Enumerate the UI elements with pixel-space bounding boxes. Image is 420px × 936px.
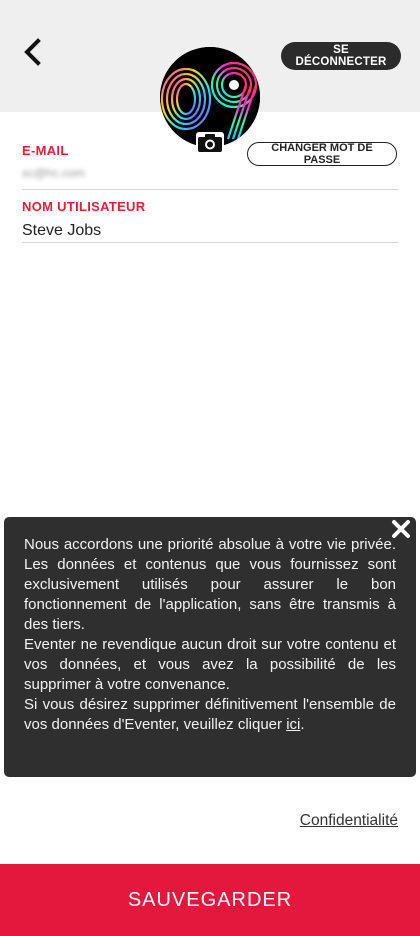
username-label: NOM UTILISATEUR xyxy=(22,199,146,214)
chevron-left-icon xyxy=(24,38,41,66)
save-button[interactable]: SAUVEGARDER xyxy=(0,864,420,936)
username-field[interactable] xyxy=(22,220,392,242)
privacy-text-3-end: . xyxy=(300,716,305,733)
email-field[interactable]: sc@hc.com xyxy=(22,166,222,184)
divider xyxy=(22,189,398,190)
privacy-text-2: Eventer ne revendique aucun droit sur vo… xyxy=(24,636,396,693)
camera-icon[interactable] xyxy=(196,132,224,154)
privacy-text-3-start: Si vous désirez supprimer définitivement… xyxy=(24,696,396,733)
email-label: E-MAIL xyxy=(22,143,69,158)
delete-data-link[interactable]: ici xyxy=(286,716,300,733)
privacy-text-1: Nous accordons une priorité absolue à vo… xyxy=(24,536,396,633)
divider xyxy=(22,242,398,243)
change-password-button[interactable]: CHANGER MOT DE PASSE xyxy=(247,142,397,166)
close-icon[interactable] xyxy=(390,518,412,540)
logout-button[interactable]: SE DÉCONNECTER xyxy=(281,42,401,70)
privacy-text-3: Si vous désirez supprimer définitivement… xyxy=(24,695,396,735)
privacy-popup: Nous accordons une priorité absolue à vo… xyxy=(4,517,416,777)
confidentiality-link[interactable]: Confidentialité xyxy=(300,812,398,830)
back-button[interactable] xyxy=(14,34,50,70)
